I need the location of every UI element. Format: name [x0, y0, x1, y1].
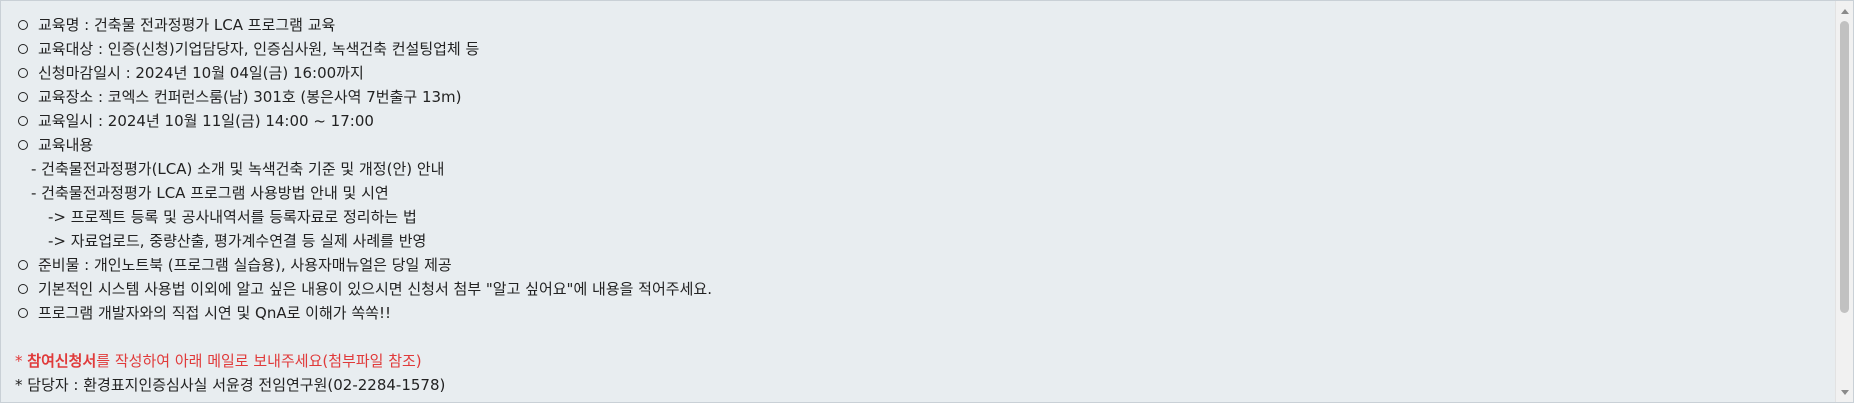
- triangle-down-icon: [1840, 389, 1849, 395]
- course-name-text: 교육명 : 건축물 전과정평가 LCA 프로그램 교육: [38, 16, 336, 34]
- sub-item-program-usage: - 건축물전과정평가 LCA 프로그램 사용방법 안내 및 시연: [15, 181, 1835, 205]
- datetime-text: 교육일시 : 2024년 10월 11일(금) 14:00 ~ 17:00: [38, 112, 374, 130]
- list-item-location: 교육장소 : 코엑스 컨퍼런스룸(남) 301호 (봉은사역 7번출구 13m): [15, 85, 1835, 109]
- sub-sub-item-text: -> 자료업로드, 중량산출, 평가계수연결 등 실제 사례를 반영: [48, 232, 427, 250]
- circle-bullet-icon: [18, 20, 28, 30]
- sub-item-lca-intro: - 건축물전과정평가(LCA) 소개 및 녹색건축 기준 및 개정(안) 안내: [15, 157, 1835, 181]
- circle-bullet-icon: [18, 140, 28, 150]
- list-item-target: 교육대상 : 인증(신청)기업담당자, 인증심사원, 녹색건축 컨설팅업체 등: [15, 37, 1835, 61]
- scrollbar-thumb[interactable]: [1840, 21, 1849, 313]
- triangle-up-icon: [1840, 8, 1849, 14]
- circle-bullet-icon: [18, 44, 28, 54]
- notice-application-form: 참여신청서: [27, 352, 97, 370]
- notice-rest: 를 작성하여 아래 메일로 보내주세요(첨부파일 참조): [96, 352, 422, 370]
- list-item-datetime: 교육일시 : 2024년 10월 11일(금) 14:00 ~ 17:00: [15, 109, 1835, 133]
- list-item-content-heading: 교육내용: [15, 133, 1835, 157]
- materials-text: 준비물 : 개인노트북 (프로그램 실습용), 사용자매뉴얼은 당일 제공: [38, 256, 452, 274]
- announcement-panel: 교육명 : 건축물 전과정평가 LCA 프로그램 교육 교육대상 : 인증(신청…: [0, 0, 1854, 403]
- sub-item-text: - 건축물전과정평가(LCA) 소개 및 녹색건축 기준 및 개정(안) 안내: [31, 160, 445, 178]
- contact-info: * 담당자 : 환경표지인증심사실 서윤경 전임연구원(02-2284-1578…: [15, 373, 1835, 397]
- circle-bullet-icon: [18, 68, 28, 78]
- list-item-materials: 준비물 : 개인노트북 (프로그램 실습용), 사용자매뉴얼은 당일 제공: [15, 253, 1835, 277]
- circle-bullet-icon: [18, 308, 28, 318]
- target-text: 교육대상 : 인증(신청)기업담당자, 인증심사원, 녹색건축 컨설팅업체 등: [38, 40, 480, 58]
- sub-sub-item-project-register: -> 프로젝트 등록 및 공사내역서를 등록자료로 정리하는 법: [15, 205, 1835, 229]
- list-item-demo: 프로그램 개발자와의 직접 시연 및 QnA로 이해가 쏙쏙!!: [15, 301, 1835, 325]
- circle-bullet-icon: [18, 116, 28, 126]
- circle-bullet-icon: [18, 284, 28, 294]
- announcement-content: 교육명 : 건축물 전과정평가 LCA 프로그램 교육 교육대상 : 인증(신청…: [1, 1, 1835, 402]
- demo-text: 프로그램 개발자와의 직접 시연 및 QnA로 이해가 쏙쏙!!: [38, 304, 391, 322]
- application-notice: * 참여신청서 를 작성하여 아래 메일로 보내주세요(첨부파일 참조): [15, 349, 1835, 373]
- content-heading-text: 교육내용: [38, 136, 94, 154]
- contact-text: * 담당자 : 환경표지인증심사실 서윤경 전임연구원(02-2284-1578…: [15, 376, 446, 394]
- sub-sub-item-data-upload: -> 자료업로드, 중량산출, 평가계수연결 등 실제 사례를 반영: [15, 229, 1835, 253]
- scroll-down-button[interactable]: [1836, 384, 1853, 400]
- sub-item-text: - 건축물전과정평가 LCA 프로그램 사용방법 안내 및 시연: [31, 184, 389, 202]
- circle-bullet-icon: [18, 92, 28, 102]
- scroll-up-button[interactable]: [1836, 3, 1853, 19]
- deadline-text: 신청마감일시 : 2024년 10월 04일(금) 16:00까지: [38, 64, 364, 82]
- list-item-course-name: 교육명 : 건축물 전과정평가 LCA 프로그램 교육: [15, 13, 1835, 37]
- list-item-deadline: 신청마감일시 : 2024년 10월 04일(금) 16:00까지: [15, 61, 1835, 85]
- list-item-questions: 기본적인 시스템 사용법 이외에 알고 싶은 내용이 있으시면 신청서 첨부 "…: [15, 277, 1835, 301]
- location-text: 교육장소 : 코엑스 컨퍼런스룸(남) 301호 (봉은사역 7번출구 13m): [38, 88, 462, 106]
- questions-text: 기본적인 시스템 사용법 이외에 알고 싶은 내용이 있으시면 신청서 첨부 "…: [38, 280, 712, 298]
- sub-sub-item-text: -> 프로젝트 등록 및 공사내역서를 등록자료로 정리하는 법: [48, 208, 417, 226]
- notice-prefix: *: [15, 352, 28, 370]
- vertical-scrollbar[interactable]: [1835, 1, 1853, 402]
- circle-bullet-icon: [18, 260, 28, 270]
